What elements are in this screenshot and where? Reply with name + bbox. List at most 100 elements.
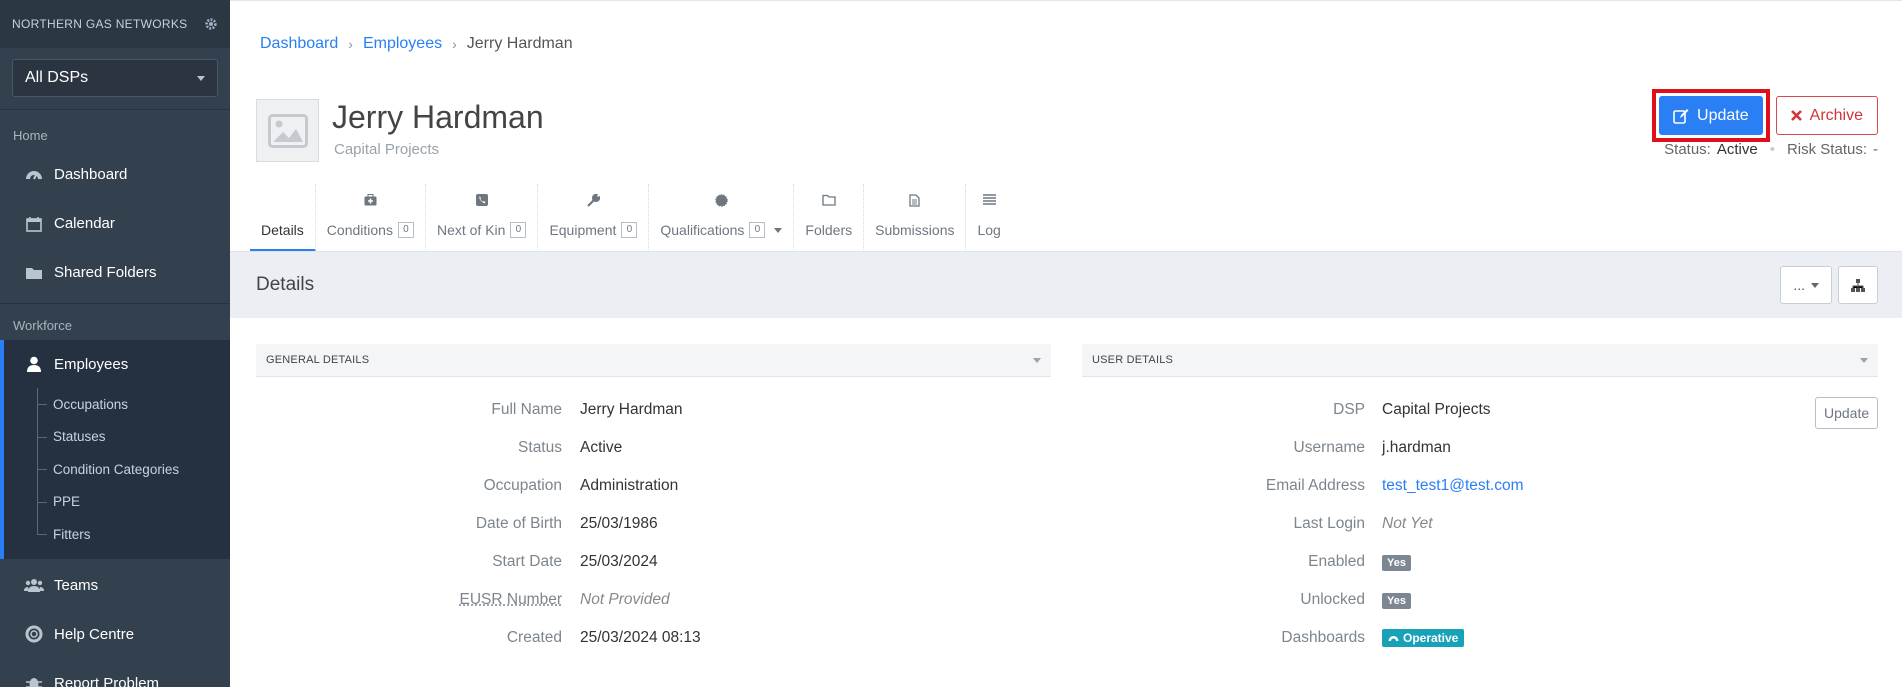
bug-icon xyxy=(24,674,44,687)
panel-title: USER DETAILS xyxy=(1092,354,1174,366)
brand-name: NORTHERN GAS NETWORKS xyxy=(12,17,188,31)
field-username: Username j.hardman xyxy=(1082,438,1451,458)
breadcrumb-employees[interactable]: Employees xyxy=(363,35,442,53)
field-value: Active xyxy=(580,439,623,456)
sidebar: NORTHERN GAS NETWORKS All DSPs Home Dash… xyxy=(0,0,230,687)
field-value: Administration xyxy=(580,477,679,494)
close-icon xyxy=(1790,110,1802,121)
section-title: Details xyxy=(256,274,315,295)
tab-conditions[interactable]: Conditions 0 xyxy=(316,184,426,252)
tab-label: Conditions xyxy=(326,222,393,238)
image-placeholder-icon xyxy=(267,113,308,148)
field-value: j.hardman xyxy=(1382,439,1451,456)
sidebar-item-employees[interactable]: Employees xyxy=(4,340,230,388)
update-button-label: Update xyxy=(1697,106,1749,124)
sidebar-subitem-ppe[interactable]: PPE xyxy=(4,485,230,519)
folder-icon xyxy=(822,194,836,206)
tab-details[interactable]: Details xyxy=(250,184,316,252)
lifebuoy-icon xyxy=(24,625,44,643)
tab-label: Details xyxy=(261,222,304,238)
dashboard-icon xyxy=(24,166,44,184)
field-label: EUSR Number xyxy=(459,591,563,608)
tab-equipment[interactable]: Equipment 0 xyxy=(538,184,650,252)
dashboard-icon xyxy=(1388,636,1399,642)
sidebar-item-calendar[interactable]: Calendar xyxy=(0,199,230,248)
list-icon xyxy=(982,194,996,205)
field-label: Date of Birth xyxy=(475,515,562,532)
tab-qualifications[interactable]: Qualifications 0 xyxy=(649,184,795,252)
status-badge: Yes xyxy=(1382,555,1411,571)
gear-icon[interactable] xyxy=(204,17,218,31)
dsp-select[interactable]: All DSPs xyxy=(12,59,218,97)
tab-label: Next of Kin xyxy=(436,222,506,238)
field-start-date: Start Date 25/03/2024 xyxy=(256,552,658,572)
dashboard-badge: Operative xyxy=(1382,628,1465,647)
sidebar-item-report-problem[interactable]: Report Problem xyxy=(0,659,230,687)
field-label: Status xyxy=(518,439,562,456)
field-dashboards: Dashboards Operative xyxy=(1082,628,1465,648)
sitemap-icon xyxy=(1851,278,1865,292)
header-actions: Update Archive xyxy=(1652,89,1878,142)
sidebar-item-label: Dashboard xyxy=(54,166,128,183)
user-details-header[interactable]: USER DETAILS xyxy=(1082,344,1878,377)
sidebar-item-label: Calendar xyxy=(54,215,115,232)
update-button-highlight: Update xyxy=(1652,89,1770,142)
sidebar-section-home: Home xyxy=(13,127,48,143)
field-label: DSP xyxy=(1333,401,1365,418)
field-label: Email Address xyxy=(1265,477,1365,494)
field-label: Unlocked xyxy=(1300,591,1365,608)
sidebar-item-label: Employees xyxy=(54,355,129,373)
sidebar-item-label: Shared Folders xyxy=(54,264,157,281)
sidebar-item-shared-folders[interactable]: Shared Folders xyxy=(0,248,230,297)
user-icon xyxy=(24,355,44,373)
email-link[interactable]: test_test1@test.com xyxy=(1382,477,1524,495)
status-line: Status: Active • Risk Status: - xyxy=(1664,141,1878,158)
sidebar-item-label: Teams xyxy=(54,576,99,594)
field-last-login: Last Login Not Yet xyxy=(1082,514,1433,534)
tab-next-of-kin[interactable]: Next of Kin 0 xyxy=(426,184,539,252)
tab-submissions[interactable]: Submissions xyxy=(864,184,967,252)
medkit-icon xyxy=(364,194,377,206)
sidebar-item-dashboard[interactable]: Dashboard xyxy=(0,150,230,199)
tab-label: Equipment xyxy=(549,222,617,238)
field-value: Not Provided xyxy=(580,591,670,608)
sidebar-subitem-condition-categories[interactable]: Condition Categories xyxy=(4,453,230,486)
sidebar-item-help-centre[interactable]: Help Centre xyxy=(0,610,230,659)
tab-label: Log xyxy=(977,222,1001,238)
tab-log[interactable]: Log xyxy=(966,184,1011,252)
tab-count: 0 xyxy=(397,222,414,238)
chevron-down-icon xyxy=(1033,357,1041,363)
more-options-label: ... xyxy=(1793,277,1805,293)
chevron-down-icon[interactable] xyxy=(774,227,783,233)
tab-folders[interactable]: Folders xyxy=(794,184,865,252)
breadcrumb-dashboard[interactable]: Dashboard xyxy=(260,35,338,53)
more-options-button[interactable]: ... xyxy=(1780,266,1832,304)
page-title: Jerry Hardman xyxy=(332,99,544,135)
sidebar-subitem-occupations[interactable]: Occupations xyxy=(4,388,230,421)
field-value: Not Yet xyxy=(1382,515,1433,532)
org-chart-button[interactable] xyxy=(1838,266,1878,304)
sidebar-section-workforce: Workforce xyxy=(13,317,72,333)
update-button[interactable]: Update xyxy=(1659,96,1763,135)
tab-label: Folders xyxy=(805,222,853,238)
field-label: Start Date xyxy=(492,553,562,570)
field-label: Full Name xyxy=(491,401,562,418)
field-created: Created 25/03/2024 08:13 xyxy=(256,628,701,648)
field-status: Status Active xyxy=(256,438,622,458)
user-update-button[interactable]: Update xyxy=(1815,397,1879,429)
sidebar-subitem-statuses[interactable]: Statuses xyxy=(4,420,230,454)
sidebar-subitem-fitters[interactable]: Fitters xyxy=(4,518,230,551)
field-enabled: Enabled Yes xyxy=(1082,552,1411,572)
field-label: Dashboards xyxy=(1281,629,1365,646)
tab-count: 0 xyxy=(510,222,527,238)
field-full-name: Full Name Jerry Hardman xyxy=(256,400,682,420)
sidebar-item-teams[interactable]: Teams xyxy=(0,561,230,610)
field-unlocked: Unlocked Yes xyxy=(1082,590,1411,610)
archive-button[interactable]: Archive xyxy=(1775,96,1878,135)
general-details-header[interactable]: GENERAL DETAILS xyxy=(256,344,1051,377)
field-eusr-number: EUSR Number Not Provided xyxy=(256,590,670,610)
calendar-icon xyxy=(24,215,44,233)
field-value: 25/03/2024 xyxy=(580,553,658,570)
chevron-down-icon xyxy=(197,75,205,81)
sidebar-group-employees: Employees Occupations Statuses Condition… xyxy=(0,340,230,559)
